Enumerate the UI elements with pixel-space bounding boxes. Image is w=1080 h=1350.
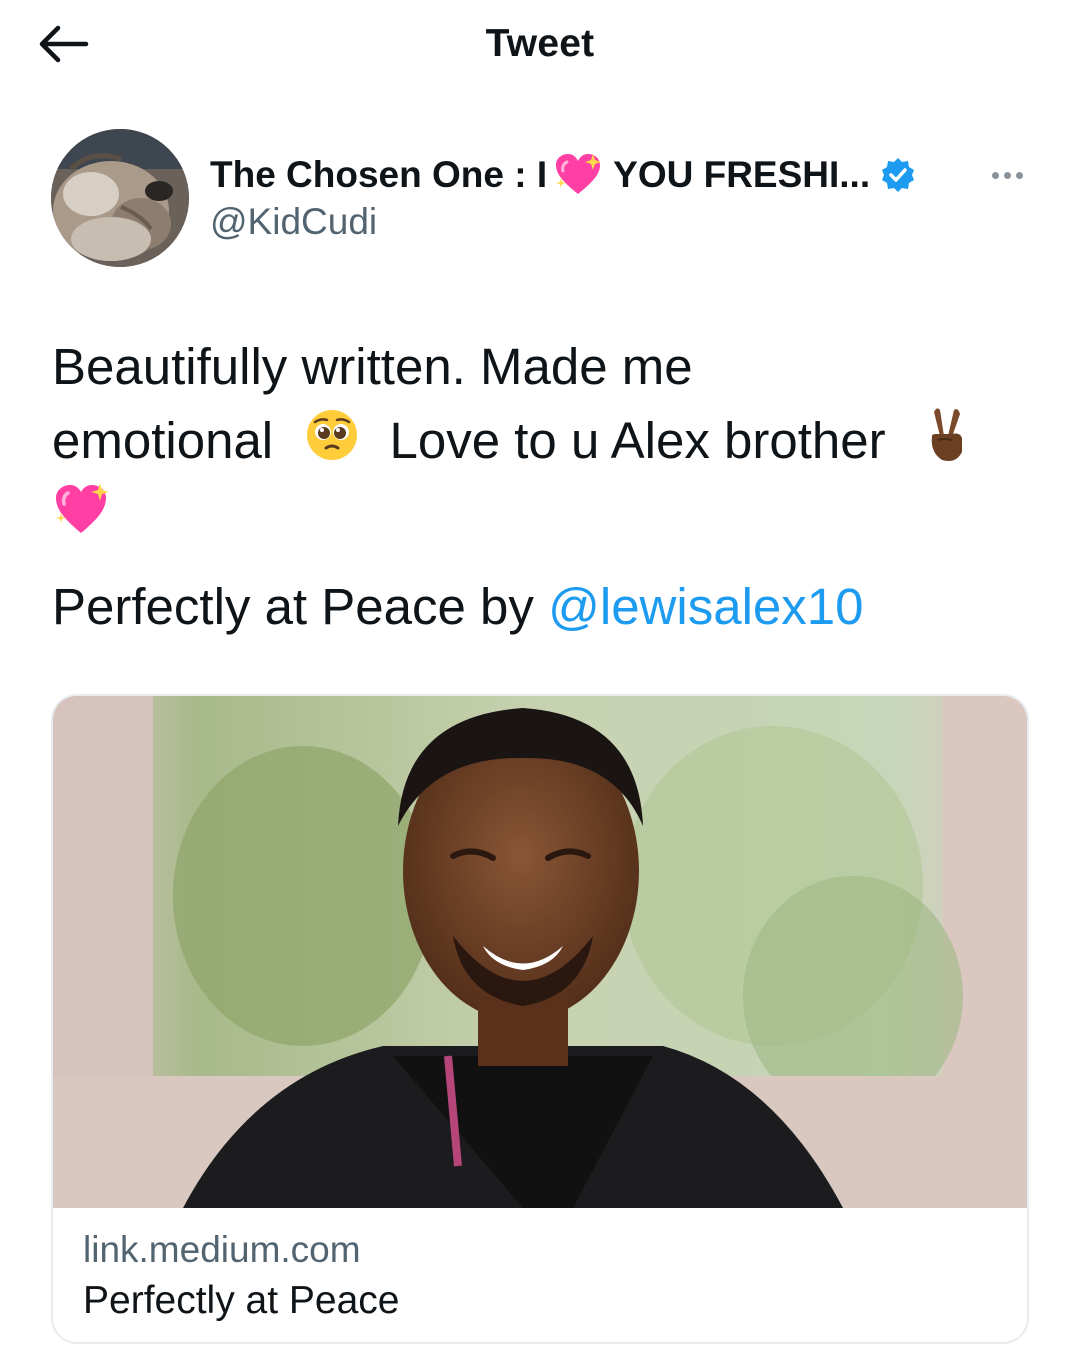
card-domain: link.medium.com [83, 1229, 361, 1270]
sparkling-heart-icon [52, 481, 110, 557]
mention-link[interactable]: @lewisalex10 [548, 578, 863, 635]
display-name-text-2: YOU FRESHI... [613, 154, 871, 195]
tweet-line-3 [52, 478, 1032, 552]
tweet-line-2: emotional Love to u Alex brother [52, 404, 1032, 478]
tweet-text: Beautifully written. Made me emotional L [52, 330, 1032, 552]
top-bar: Tweet [0, 0, 1080, 90]
victory-hand-icon [924, 406, 968, 484]
tweet-text-perfectly: Perfectly at Peace by [52, 578, 549, 635]
author-display-name[interactable]: The Chosen One : I YOU FRESHI... [210, 151, 916, 199]
avatar-image [51, 129, 189, 267]
pleading-face-icon [305, 408, 359, 482]
avatar[interactable] [51, 129, 189, 267]
page-title: Tweet [485, 22, 595, 65]
card-title: Perfectly at Peace [83, 1279, 400, 1322]
verified-badge-icon [880, 157, 916, 193]
tweet-line-1: Beautifully written. Made me [52, 338, 693, 395]
more-options-button[interactable] [984, 160, 1030, 190]
display-name-text-1: The Chosen One : I [210, 154, 548, 195]
sparkling-heart-icon [553, 152, 603, 198]
tweet-text-emotional: emotional [52, 412, 274, 469]
tweet-detail-screen: Tweet The Chosen One : I YOU FRESHI... @… [0, 0, 1080, 1350]
more-dots-icon [991, 171, 999, 179]
link-preview-card[interactable]: link.medium.com Perfectly at Peace [51, 694, 1029, 1344]
tweet-text-love: Love to u Alex brother [389, 412, 886, 469]
author-handle[interactable]: @KidCudi [210, 201, 377, 243]
card-preview-image [53, 696, 1027, 1208]
card-meta: link.medium.com Perfectly at Peace [83, 1226, 400, 1326]
tweet-line-4: Perfectly at Peace by @lewisalex10 [52, 570, 1032, 644]
